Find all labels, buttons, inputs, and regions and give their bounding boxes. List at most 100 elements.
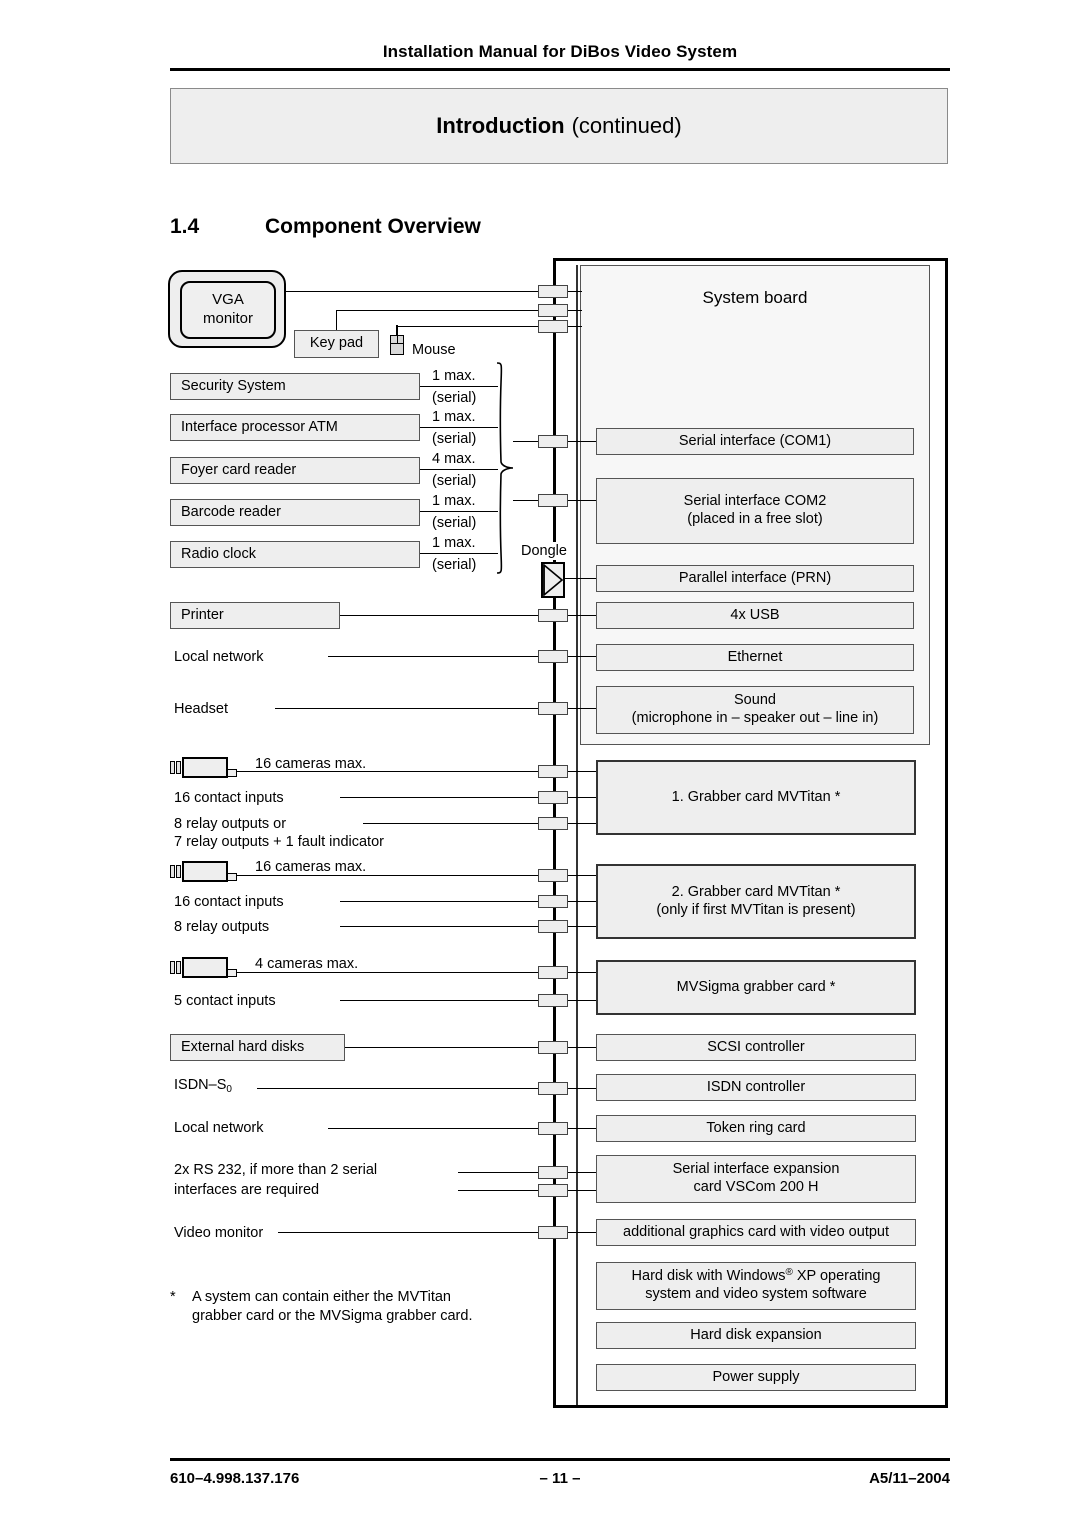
label-8-relay-outputs: 8 relay outputs: [174, 919, 270, 935]
serial-device-2-type: (serial): [432, 473, 477, 489]
card-token-ring: Token ring card: [596, 1115, 916, 1142]
card-scsi-controller: SCSI controller: [596, 1034, 916, 1061]
board-edge-line: [576, 265, 578, 1405]
dongle-icon: [541, 562, 565, 598]
serial-device-foyer-card-reader: Foyer card reader: [170, 457, 420, 484]
scsi-stub: [568, 1047, 596, 1048]
card-1-l2: (only if first MVTitan is present): [656, 901, 856, 918]
board-port-serial-com2: Serial interface COM2 (placed in a free …: [596, 478, 914, 544]
ethernet-stub: [568, 656, 596, 657]
keypad-port-stub: [568, 310, 582, 311]
com1-stub: [568, 441, 596, 442]
serial-device-4-type: (serial): [432, 557, 477, 573]
label-isdn-s0: ISDN–S0: [174, 1077, 232, 1095]
serial-device-2-line: [420, 469, 498, 470]
board-port-usb: 4x USB: [596, 602, 914, 629]
usb-stub: [568, 615, 596, 616]
footnote-marker: *: [170, 1289, 176, 1305]
serial-group-brace: [494, 362, 516, 579]
serial-device-0-max: 1 max.: [432, 368, 476, 384]
grabber2-ci-stub: [568, 901, 596, 902]
rs232-stub-1: [568, 1172, 596, 1173]
grabber2-ro-pad: [538, 920, 568, 933]
graphics-stub: [568, 1232, 596, 1233]
label-2x-rs232-line2: interfaces are required: [174, 1182, 320, 1198]
card-6-l1: Serial interface expansion: [672, 1161, 840, 1178]
grabber2-ro-line: [340, 926, 538, 927]
card-6-l2: card VSCom 200 H: [693, 1179, 819, 1195]
grabber2-cam-stub: [568, 875, 596, 876]
label-16-cameras-max-2: 16 cameras max.: [255, 859, 367, 875]
sound-stub: [568, 708, 596, 709]
serial-device-barcode-reader: Barcode reader: [170, 499, 420, 526]
cam3-line: [236, 972, 538, 973]
mvsigma-cam-stub: [568, 972, 596, 973]
card-isdn-controller: ISDN controller: [596, 1074, 916, 1101]
com1-pad: [538, 435, 568, 448]
headset-line: [275, 708, 538, 709]
footnote-text: A system can contain either the MVTitan g…: [192, 1289, 473, 1325]
dongle-stub: [565, 578, 596, 579]
mvsigma-ci-stub: [568, 1000, 596, 1001]
keypad-cable-h: [336, 310, 538, 311]
serial-device-security-system: Security System: [170, 373, 420, 400]
document-page: Installation Manual for DiBos Video Syst…: [0, 0, 1080, 1528]
keypad-cable-v: [336, 310, 337, 330]
label-7-relay-outputs-fault: 7 relay outputs + 1 fault indicator: [174, 834, 384, 850]
card-8-l2: system and video system software: [645, 1286, 867, 1302]
card-hard-disk-expansion: Hard disk expansion: [596, 1322, 916, 1349]
footer-rule: [170, 1458, 950, 1461]
local-network-line: [328, 656, 538, 657]
com2-pad: [538, 494, 568, 507]
grabber2-ci-line: [340, 901, 538, 902]
label-video-monitor: Video monitor: [174, 1225, 264, 1241]
footer-right: A5/11–2004: [869, 1470, 950, 1487]
card-8-sup: ®: [785, 1267, 793, 1279]
serial-device-0-type: (serial): [432, 390, 477, 406]
ethernet-pad: [538, 650, 568, 663]
label-headset: Headset: [174, 701, 229, 717]
tokenring-pad: [538, 1122, 568, 1135]
serial-device-4-line: [420, 553, 498, 554]
grabber2-cam-pad: [538, 869, 568, 882]
cam2-line: [236, 875, 538, 876]
rs232-line-2: [458, 1190, 538, 1191]
card-hard-disk-windows-xp: Hard disk with Windows® XP operating sys…: [596, 1262, 916, 1310]
board-port-sound: Sound (microphone in – speaker out – lin…: [596, 686, 914, 734]
card-serial-interface-expansion: Serial interface expansion card VSCom 20…: [596, 1155, 916, 1203]
grabber1-cam-pad: [538, 765, 568, 778]
mouse-icon: [390, 335, 404, 355]
label-2x-rs232-line1: 2x RS 232, if more than 2 serial: [174, 1162, 378, 1178]
serial-device-3-type: (serial): [432, 515, 477, 531]
card-1-l1: 2. Grabber card MVTitan *: [671, 883, 841, 900]
grabber1-ci-pad: [538, 791, 568, 804]
tokenring-line: [328, 1128, 538, 1129]
device-external-hard-disks: External hard disks: [170, 1034, 345, 1061]
mouse-port-stub: [568, 326, 582, 327]
mouse-port-pad: [538, 320, 568, 333]
board-port-1-l2: (placed in a free slot): [687, 511, 823, 527]
isdn-line: [257, 1088, 538, 1089]
serial-device-3-max: 1 max.: [432, 493, 476, 509]
mvsigma-cam-pad: [538, 966, 568, 979]
label-local-network-token-ring: Local network: [174, 1120, 264, 1136]
label-local-network-ethernet: Local network: [174, 649, 264, 665]
key-pad-device: Key pad: [294, 330, 379, 358]
mvsigma-ci-pad: [538, 994, 568, 1007]
device-printer: Printer: [170, 602, 340, 629]
vga-port-stub: [568, 291, 582, 292]
card-additional-graphics: additional graphics card with video outp…: [596, 1219, 916, 1246]
serial-device-0-line: [420, 386, 498, 387]
card-8-tail: XP operating: [792, 1268, 881, 1285]
label-16-contact-inputs-2: 16 contact inputs: [174, 894, 284, 910]
mouse-label: Mouse: [412, 342, 456, 358]
printer-line: [340, 615, 538, 616]
serial-brace-to-com1: [513, 441, 538, 442]
vga-monitor-label: VGA monitor: [202, 291, 254, 327]
label-16-contact-inputs-1: 16 contact inputs: [174, 790, 284, 806]
serial-device-1-line: [420, 427, 498, 428]
serial-device-2-max: 4 max.: [432, 451, 476, 467]
grabber1-ci-stub: [568, 797, 596, 798]
serial-device-radio-clock: Radio clock: [170, 541, 420, 568]
isdn-subscript: 0: [226, 1084, 232, 1095]
